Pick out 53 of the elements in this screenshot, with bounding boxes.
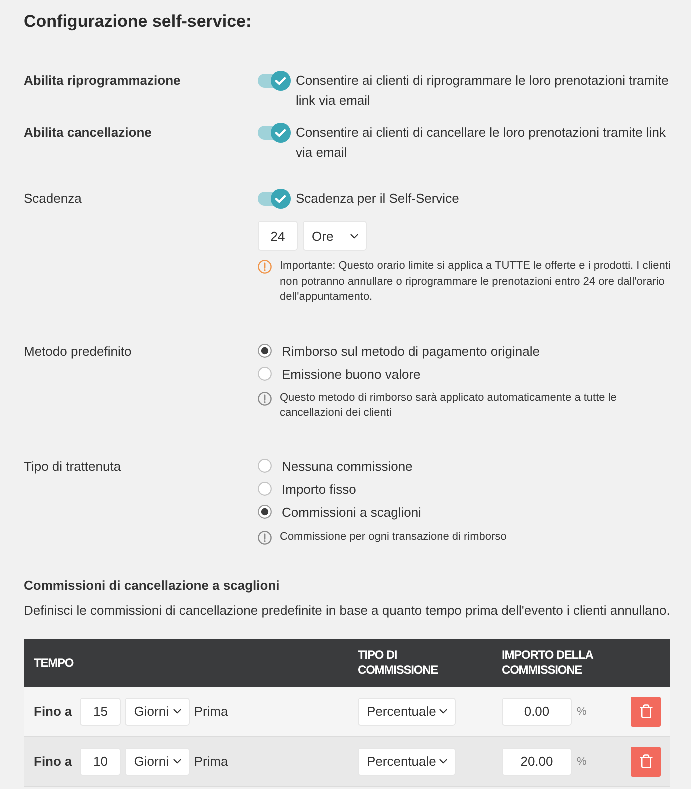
page-title: Configurazione self-service: [24,11,252,33]
column-header: IMPORTO DELLA COMMISSIONE [502,648,594,678]
setting-label: Metodo predefinito [24,342,132,361]
note-text: Commissione per ogni transazione di rimborso [280,530,507,544]
setting-label: Abilita cancellazione [24,124,152,142]
radio-label[interactable]: Importo fisso [282,482,356,496]
fee-type-select[interactable]: Percentuale [358,748,456,776]
setting-label: Tipo di trattenuta [24,458,122,476]
radio-button[interactable] [258,344,272,358]
radio-label[interactable]: Nessuna commissione [282,458,413,474]
column-header: TIPO DI COMMISSIONE [358,648,440,678]
warning-icon [258,260,272,274]
row-prefix: Fino a [34,754,72,769]
toggle-description: Consentire ai clienti di cancellare le loro prenotazioni tramite link via email [296,124,667,162]
row-prefix: Fino a [34,704,72,719]
section-title: Commissioni di cancellazione a scaglioni [24,577,280,595]
percent-sign: % [577,706,587,718]
radio-label[interactable]: Rimborso sul metodo di pagamento originale [282,344,540,358]
fee-input[interactable]: 0.00 [502,698,572,726]
fee-input[interactable]: 20.00 [502,748,572,776]
section-description: Definisci le commissioni di cancellazione predefinite in base a quanto tempo prima dell'evento i clienti annullano. [24,602,670,620]
trash-icon [638,704,654,719]
row-suffix: Prima [194,704,228,719]
column-header: TEMPO [34,656,74,670]
time-input[interactable]: 15 [80,698,122,726]
radio-label[interactable]: Emissione buono valore [282,366,421,382]
unit-select[interactable]: Giorni [125,698,190,726]
toggle-description: Scadenza per il Self-Service [296,190,460,208]
toggle-switch[interactable] [258,123,291,143]
setting-label: Abilita riprogrammazione [24,72,181,90]
note-text: Importante: Questo orario limite si applica a TUTTE le offerte e i prodotti. I clienti non potranno annullare o riprogrammare le prenotazioni entro 24 ore dall'orario dell'appuntamento. [280,259,672,305]
toggle-description: Consentire ai clienti di riprogrammare le loro prenotazioni tramite link via email [296,72,670,110]
info-icon [258,392,272,406]
radio-label[interactable]: Commissioni a scaglioni [282,504,422,520]
note-text: Questo metodo di rimborso sarà applicato automaticamente a tutte le cancellazioni dei clienti [280,390,618,421]
delete-button[interactable] [631,696,661,726]
trash-icon [638,754,654,769]
unit-select[interactable]: Ore [303,221,367,251]
toggle-switch[interactable] [258,189,291,209]
info-icon [258,530,272,544]
toggle-switch[interactable] [258,71,291,91]
setting-label: Scadenza [24,190,82,208]
hours-input[interactable]: 24 [258,221,298,251]
fee-type-select[interactable]: Percentuale [358,698,456,726]
unit-select[interactable]: Giorni [125,748,190,776]
time-input[interactable]: 10 [80,748,122,776]
row-suffix: Prima [194,754,228,769]
radio-button[interactable] [258,505,272,519]
percent-sign: % [577,756,587,768]
radio-button[interactable] [258,367,272,381]
radio-button[interactable] [258,459,272,473]
radio-button[interactable] [258,482,272,496]
delete-button[interactable] [631,746,661,776]
